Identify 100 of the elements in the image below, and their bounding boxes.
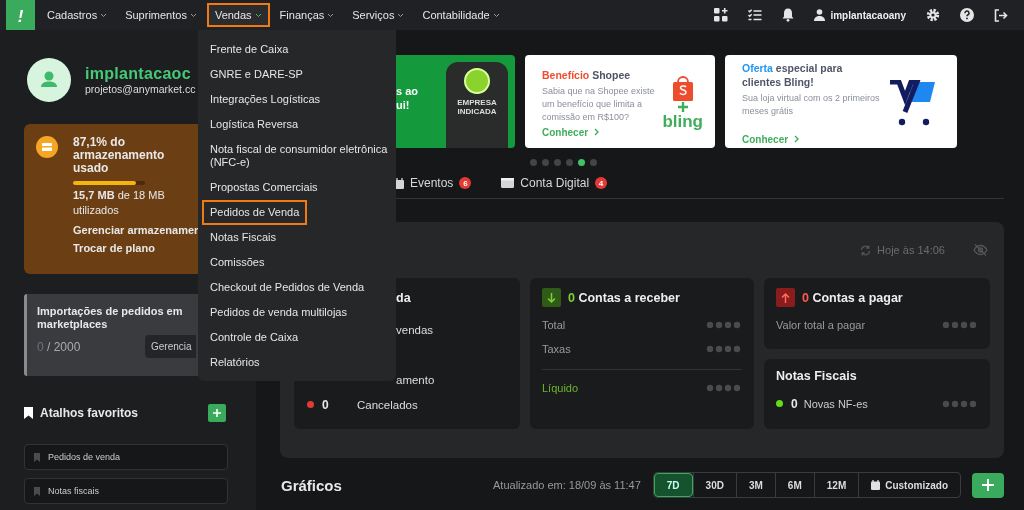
carousel-dot[interactable] <box>530 159 537 166</box>
count-badge: 6 <box>459 177 472 189</box>
settings-icon[interactable] <box>926 8 940 22</box>
plus-icon <box>677 101 688 112</box>
shopping-bag-icon <box>671 74 694 101</box>
value-label: Total <box>542 319 566 331</box>
storage-title: 87,1% do armazenamento usado <box>73 136 166 175</box>
hidden-value-icon <box>706 345 742 353</box>
chevron-down-icon <box>189 12 197 18</box>
checklist-icon[interactable] <box>748 9 763 21</box>
user-email: projetos@anymarket.cc <box>85 83 196 95</box>
card-title: 0 Contas a pagar <box>802 290 903 305</box>
partner-logo: bling <box>662 112 703 131</box>
banner-text: Sua loja virtual com os 2 primeiros meses grátis <box>742 91 881 118</box>
plus-icon <box>213 409 221 417</box>
logout-icon[interactable] <box>994 8 1008 22</box>
menu-item[interactable]: Comissões <box>202 250 273 275</box>
banner-text: Sabia que na Shopee existe um benefício que limita a comissão em R$100? <box>542 84 656 124</box>
carousel-dot[interactable] <box>554 159 561 166</box>
range-button[interactable]: 7D <box>653 473 693 497</box>
menu-item[interactable]: Checkout de Pedidos de Venda <box>202 275 373 300</box>
chevron-right-icon <box>594 128 600 136</box>
hidden-value-icon <box>706 384 742 392</box>
nav-menu-item[interactable]: Suprimentos <box>117 3 205 27</box>
storage-link[interactable]: Gerenciar armazenamer <box>73 224 199 236</box>
partner-badge: EMPRESA INDICADA <box>446 62 508 148</box>
arrow-down-icon <box>542 288 561 307</box>
storage-icon <box>36 136 58 158</box>
favorite-shortcut[interactable]: Notas fiscais <box>24 478 228 504</box>
chevron-down-icon <box>397 12 405 18</box>
favorite-shortcut[interactable]: Pedidos de venda <box>24 444 228 470</box>
last-updated: Hoje às 14:06 <box>877 244 945 256</box>
imports-title: Importações de pedidos em marketplaces <box>37 305 184 331</box>
card-title: da <box>396 291 412 305</box>
nav-menu-item[interactable]: Cadastros <box>39 3 116 27</box>
chevron-down-icon <box>254 12 262 18</box>
storage-usage: 15,7 MB de 18 MB utilizados <box>73 188 166 218</box>
range-button[interactable]: 12M <box>813 473 859 497</box>
chevron-right-icon <box>794 135 800 143</box>
banner-text: s ao <box>396 83 418 98</box>
range-button[interactable]: 6M <box>774 473 814 497</box>
add-chart-button[interactable] <box>972 472 1004 498</box>
status-label: Cancelados <box>357 398 418 411</box>
chevron-down-icon <box>100 12 108 18</box>
bookmark-icon <box>34 486 40 496</box>
wallet-icon <box>501 178 515 188</box>
range-button[interactable]: Customizado <box>858 473 960 497</box>
mascot-icon <box>464 68 490 94</box>
user-icon <box>814 9 826 21</box>
card-title: 0 Contas a receber <box>568 290 680 305</box>
menu-item[interactable]: Controle de Caixa <box>202 325 307 350</box>
carousel-dot[interactable] <box>566 159 573 166</box>
carousel-dot[interactable] <box>590 159 597 166</box>
nav-menu-item[interactable]: Vendas <box>206 3 270 27</box>
add-favorite-button[interactable] <box>208 404 226 422</box>
menu-item[interactable]: Pedidos de Venda <box>202 200 308 225</box>
imports-count: 0 / 2000 <box>37 339 82 354</box>
hidden-value-icon <box>706 321 742 329</box>
menu-item[interactable]: Pedidos de venda multilojas <box>202 300 355 325</box>
bookmark-icon <box>24 407 33 419</box>
menu-item[interactable]: Notas Fiscais <box>202 225 285 250</box>
value-label: Valor total a pagar <box>776 319 866 331</box>
hidden-value-icon <box>942 321 978 329</box>
value-label: Novas NF-es <box>803 397 869 410</box>
carousel-dot[interactable] <box>578 159 585 166</box>
menu-item[interactable]: Propostas Comerciais <box>202 175 326 200</box>
card-title: Notas Fiscais <box>776 368 858 383</box>
promo-banner[interactable]: Benefício Shopee Sabia que na Shopee existe um benefício que limita a comissão em R$100? Conhecer bling <box>525 55 715 148</box>
manage-button[interactable]: Gerencia <box>145 335 196 358</box>
value-label: Taxas <box>542 343 571 355</box>
banner-title: Benefício Shopee <box>542 67 632 82</box>
notification-bell-icon[interactable] <box>782 8 795 22</box>
banner-title: Oferta especial para clientes Bling! <box>742 60 844 89</box>
add-widget-icon[interactable] <box>714 8 729 22</box>
calendar-icon <box>871 480 881 490</box>
count: 0 <box>322 397 330 412</box>
favorites-title: Atalhos favoritos <box>40 406 138 420</box>
tab[interactable]: Conta Digital 4 <box>501 174 608 192</box>
user-menu[interactable]: implantacaoany <box>814 9 906 21</box>
count-badge: 4 <box>595 177 608 189</box>
nav-menu-item[interactable]: Contabilidade <box>414 3 508 27</box>
range-button[interactable]: 3M <box>735 473 775 497</box>
nav-menu-item[interactable]: Serviços <box>344 3 413 27</box>
section-title: Gráficos <box>281 476 342 494</box>
promo-banner[interactable]: Oferta especial para clientes Bling! Sua loja virtual com os 2 primeiros meses grátis Conhecer <box>725 55 957 148</box>
calendar-icon <box>395 177 404 189</box>
status-label: amento <box>396 373 435 386</box>
status-label: vendas <box>396 323 434 336</box>
help-icon[interactable] <box>960 8 974 22</box>
value-label: Líquido <box>542 382 579 394</box>
last-updated: Atualizado em: 18/09 às 11:47 <box>493 479 641 491</box>
nav-menu-item[interactable]: Finanças <box>271 3 343 27</box>
menu-item[interactable]: Relatórios <box>202 350 268 375</box>
chevron-down-icon <box>492 12 500 18</box>
user-name: implantacaoc <box>85 65 192 83</box>
range-button[interactable]: 30D <box>692 473 736 497</box>
storage-link[interactable]: Trocar de plano <box>73 242 199 254</box>
carousel-dot[interactable] <box>542 159 549 166</box>
chevron-down-icon <box>327 12 335 18</box>
shopping-cart-icon <box>888 79 936 126</box>
